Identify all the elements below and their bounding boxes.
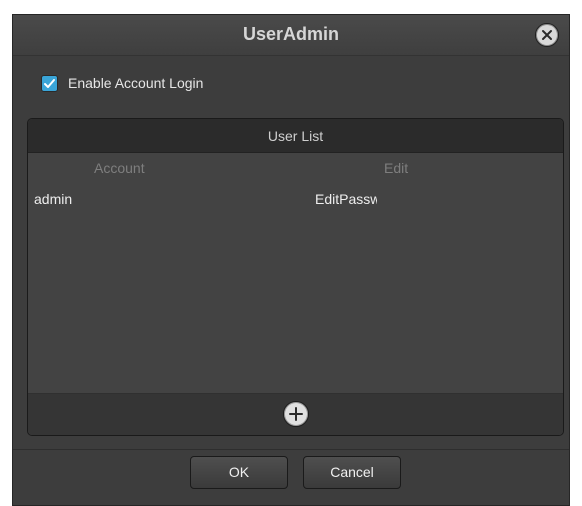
edit-password-link[interactable]: EditPassw [315, 191, 377, 207]
cancel-button[interactable]: Cancel [303, 456, 401, 489]
enable-login-checkbox[interactable] [41, 74, 58, 92]
enable-login-label: Enable Account Login [68, 75, 204, 91]
user-list-header: User List [28, 119, 563, 153]
footer-divider [13, 449, 569, 450]
title-bar: UserAdmin [13, 15, 569, 56]
user-list-title: User List [267, 128, 324, 144]
user-list-panel: User List Account Edit admin EditPassw [27, 118, 564, 436]
user-list-footer [28, 393, 563, 435]
table-row[interactable]: admin EditPassw [28, 188, 563, 210]
user-admin-dialog: UserAdmin Enable Account Login User List… [12, 14, 570, 506]
plus-icon [289, 407, 303, 421]
add-user-button[interactable] [283, 401, 309, 427]
enable-login-row[interactable]: Enable Account Login [41, 73, 203, 93]
column-header-account: Account [94, 160, 145, 176]
checkmark-icon [44, 78, 55, 88]
close-icon [542, 30, 552, 40]
dialog-title: UserAdmin [242, 24, 340, 44]
ok-button[interactable]: OK [190, 456, 288, 489]
close-button[interactable] [535, 23, 559, 47]
column-header-edit: Edit [384, 160, 409, 176]
account-cell: admin [34, 191, 73, 207]
